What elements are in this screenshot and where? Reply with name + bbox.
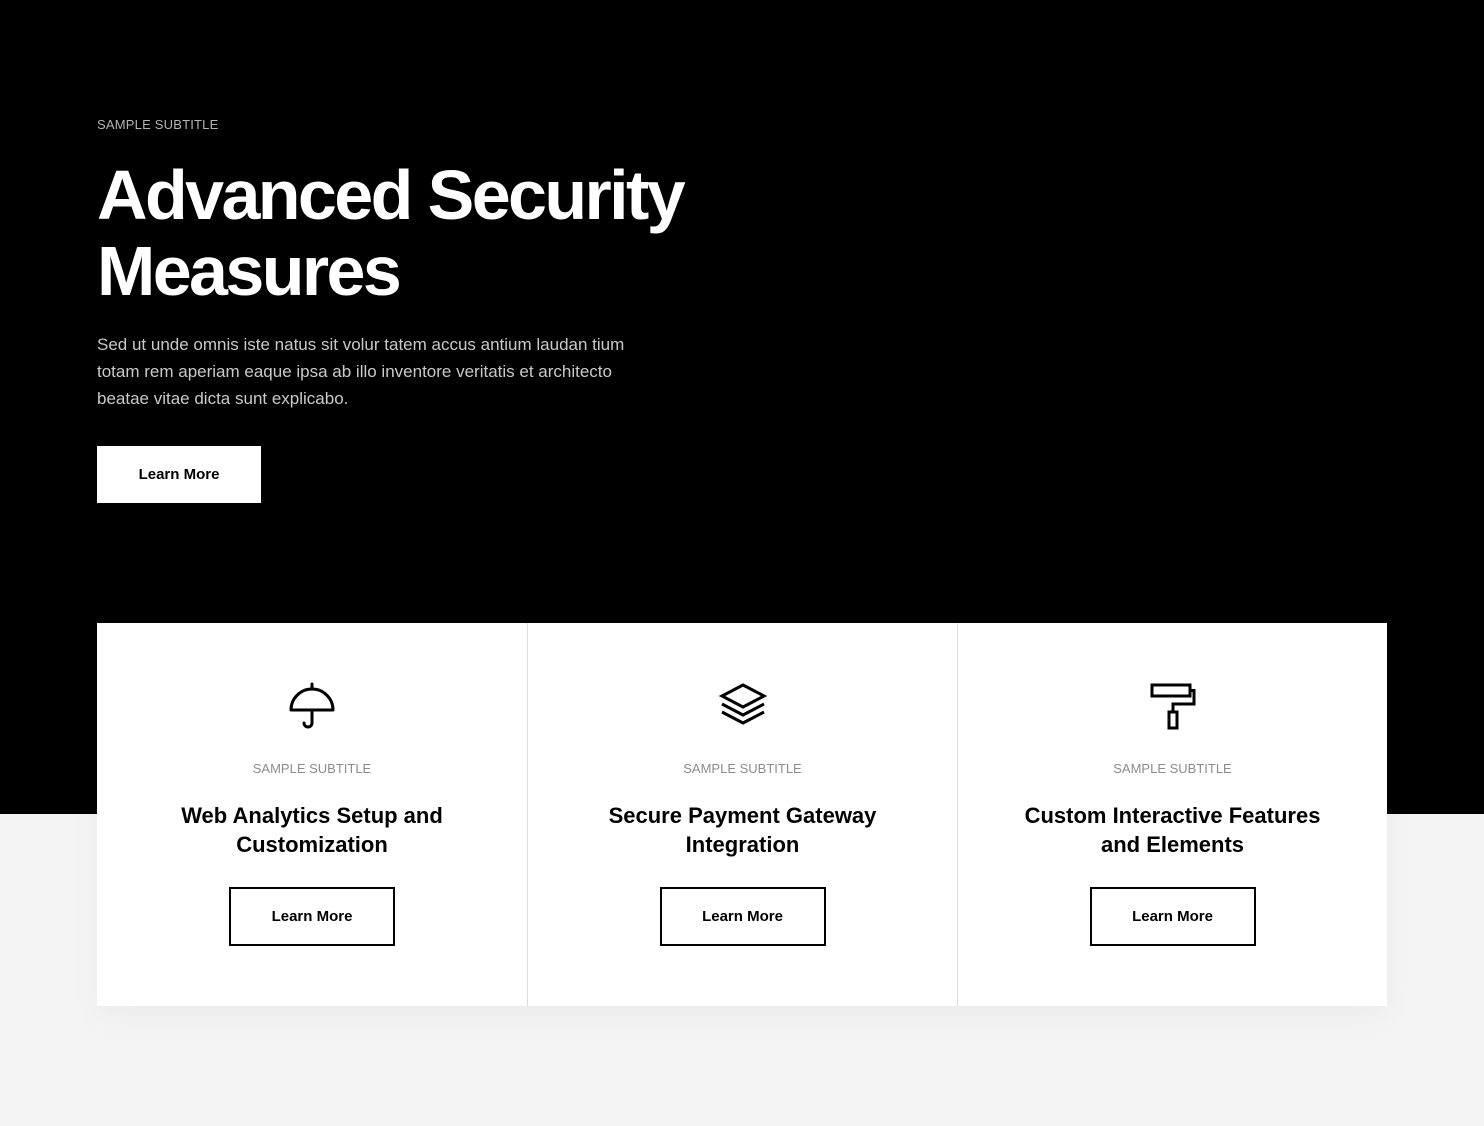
feature-card-interactive-features: SAMPLE SUBTITLE Custom Interactive Featu…: [957, 623, 1387, 1006]
feature-card-payment-gateway: SAMPLE SUBTITLE Secure Payment Gateway I…: [527, 623, 957, 1006]
card-learn-more-button[interactable]: Learn More: [229, 887, 395, 946]
card-learn-more-button[interactable]: Learn More: [1089, 887, 1256, 946]
card-title: Secure Payment Gateway Integration: [608, 803, 877, 857]
hero-learn-more-button[interactable]: Learn More: [97, 446, 261, 503]
layers-icon: [718, 681, 768, 731]
feature-card-web-analytics: SAMPLE SUBTITLE Web Analytics Setup and …: [97, 623, 527, 1006]
card-subtitle: SAMPLE SUBTITLE: [252, 761, 372, 776]
card-title: Custom Interactive Features and Elements: [1024, 803, 1321, 857]
paint-roller-icon: [1148, 681, 1198, 731]
umbrella-icon: [287, 681, 337, 731]
card-learn-more-button[interactable]: Learn More: [659, 887, 826, 946]
hero-title: Advanced Security Measures: [97, 156, 686, 310]
hero-content: SAMPLE SUBTITLE Advanced Security Measur…: [97, 117, 737, 412]
page: SAMPLE SUBTITLE Advanced Security Measur…: [0, 0, 1484, 1126]
card-title: Web Analytics Setup and Customization: [181, 803, 443, 857]
hero-subtitle: SAMPLE SUBTITLE: [97, 117, 219, 132]
hero-description: Sed ut unde omnis iste natus sit volur t…: [97, 335, 625, 408]
card-subtitle: SAMPLE SUBTITLE: [1113, 761, 1232, 776]
feature-cards: SAMPLE SUBTITLE Web Analytics Setup and …: [97, 623, 1387, 1006]
card-subtitle: SAMPLE SUBTITLE: [683, 761, 802, 776]
